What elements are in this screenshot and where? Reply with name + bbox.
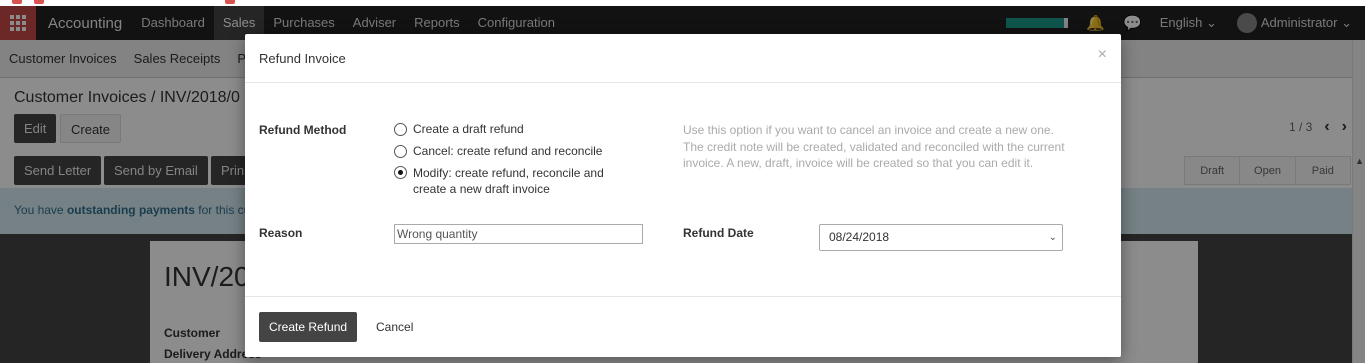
close-icon[interactable]: × [1098,46,1107,64]
reason-input[interactable]: Wrong quantity [394,224,643,244]
radio-modify[interactable] [394,166,407,179]
refund-option-cancel[interactable]: Cancel: create refund and reconcile [394,144,602,158]
refund-method-help: Use this option if you want to cancel an… [683,123,1065,170]
radio-draft-label[interactable]: Create a draft refund [413,122,524,136]
radio-modify-label[interactable]: Modify: create refund, reconcile and cre… [413,165,616,197]
refund-method-label: Refund Method [259,123,347,137]
refund-option-modify[interactable]: Modify: create refund, reconcile and cre… [394,165,616,197]
refund-option-draft[interactable]: Create a draft refund [394,122,524,136]
refund-date-label: Refund Date [683,226,754,240]
refund-invoice-dialog: Refund Invoice × Refund Method Create a … [245,34,1121,357]
modal-title: Refund Invoice [259,51,346,66]
create-refund-button[interactable]: Create Refund [259,312,358,342]
reason-label: Reason [259,226,303,240]
cancel-button[interactable]: Cancel [367,312,423,342]
refund-date-field[interactable]: 08/24/2018 ⌄ [819,224,1063,251]
modal-header: Refund Invoice × [245,34,1121,83]
radio-cancel-label[interactable]: Cancel: create refund and reconcile [413,144,602,158]
chevron-down-icon: ⌄ [1048,232,1057,243]
radio-draft[interactable] [394,123,407,136]
refund-date-value: 08/24/2018 [829,230,890,244]
radio-cancel[interactable] [394,145,407,158]
modal-footer: Create Refund Cancel [245,296,1121,357]
